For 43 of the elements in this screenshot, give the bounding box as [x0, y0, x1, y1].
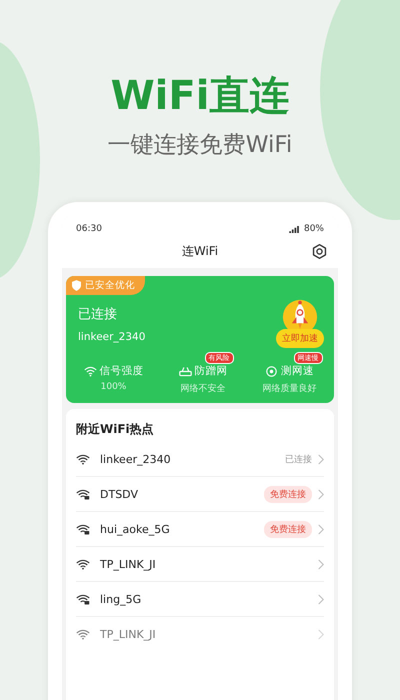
section-heading: 附近WiFi热点 [76, 421, 155, 438]
battery-level: 80% [304, 224, 324, 234]
network-name: TP_LINK_JI [100, 628, 157, 640]
router-icon [178, 366, 192, 376]
network-row[interactable]: linkeer_2340 已连接 [76, 442, 324, 477]
connection-status: 已连接 [78, 306, 118, 323]
stat-value: 网络质量良好 [262, 382, 316, 395]
stat-value: 网络不安全 [180, 382, 226, 395]
network-name: TP_LINK_JI [100, 558, 157, 570]
free-connect-button[interactable]: 免费连接 [264, 520, 312, 538]
chevron-right-icon [318, 558, 324, 570]
network-row[interactable]: TP_LINK_JI [76, 547, 324, 582]
network-name: linkeer_2340 [100, 452, 172, 466]
status-time: 06:30 [76, 224, 102, 234]
speed-icon [265, 366, 278, 376]
promo-subtitle: 一键连接免费WiFi [108, 131, 292, 160]
promo-title: WiFi直连 [110, 72, 290, 120]
network-row[interactable]: DTSDV 免费连接 [76, 477, 324, 512]
stat-value: 100% [100, 382, 126, 392]
settings-icon[interactable] [311, 242, 328, 260]
free-connect-button[interactable]: 免费连接 [264, 486, 312, 502]
network-name: ling_5G [100, 592, 142, 606]
stat-button[interactable]: 测网速 [265, 364, 314, 378]
signal-icon [288, 226, 300, 232]
wifi-icon [84, 366, 96, 376]
chevron-right-icon [318, 488, 324, 500]
chevron-right-icon [318, 594, 324, 604]
chevron-right-icon [318, 524, 324, 534]
network-name: DTSDV [100, 488, 139, 500]
shield-icon [72, 280, 81, 291]
network-row[interactable]: ling_5G [76, 582, 324, 617]
chevron-right-icon [318, 454, 324, 464]
stat-button[interactable]: 防蹭网 [178, 364, 228, 378]
security-badge: 已安全优化 [66, 276, 145, 295]
network-row[interactable]: hui_aoke_5G 免费连接 [76, 512, 324, 547]
connected-label: 已连接 [285, 454, 312, 466]
stat-button[interactable]: 信号强度 [84, 364, 144, 378]
screen-title: 连WiFi [182, 242, 218, 260]
network-name: linkeer_2340 [78, 331, 146, 343]
network-row[interactable]: TP_LINK_JI [76, 617, 324, 651]
network-name: hui_aoke_5G [100, 522, 171, 536]
boost-button[interactable]: 立即加速 [276, 329, 324, 348]
chevron-right-icon [318, 628, 324, 640]
